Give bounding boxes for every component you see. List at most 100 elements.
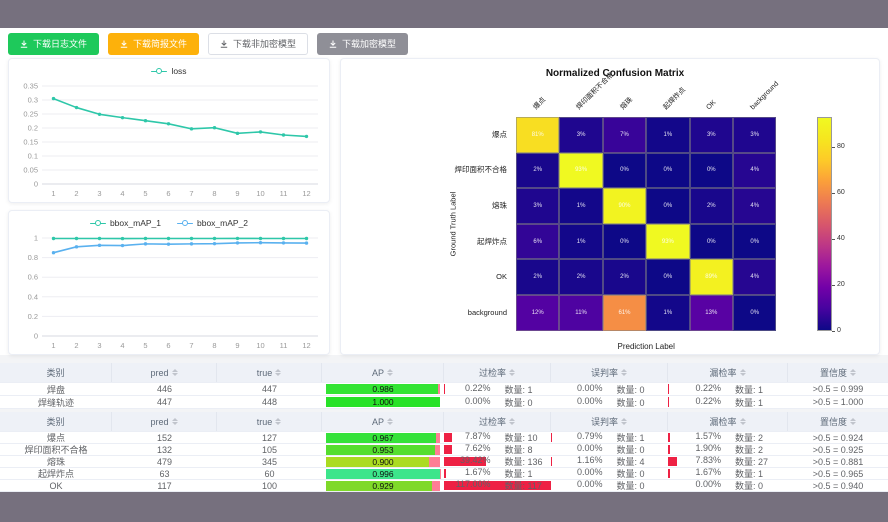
rate-percent: 39.42% [444,456,498,467]
legend-item-bbox_mAP_2[interactable]: bbox_mAP_2 [177,218,248,228]
svg-text:5: 5 [143,189,147,198]
svg-text:0.1: 0.1 [28,152,38,161]
ap-value: 0.996 [326,469,440,479]
rate-count: 数量: 1 [610,432,669,443]
svg-text:4: 4 [120,341,124,350]
svg-text:0.15: 0.15 [23,138,38,147]
heatmap-cell: 2% [516,153,559,189]
heatmap-cell: 1% [646,295,689,331]
sort-icon[interactable] [850,418,856,425]
sort-icon[interactable] [172,369,178,376]
column-label: 爆点 [532,96,548,112]
column-header-label: 漏检率 [709,415,736,428]
confidence-value: >0.5 = 0.924 [813,433,864,443]
sort-icon[interactable] [275,418,281,425]
confidence-cell: >0.5 = 0.965 [788,468,888,479]
confidence-value: >0.5 = 0.940 [813,481,864,491]
heatmap-cell: 4% [733,259,776,295]
sort-icon[interactable] [275,369,281,376]
download-plain-model-button[interactable]: 下载非加密模型 [208,33,308,55]
svg-text:0.25: 0.25 [23,110,38,119]
rate-count: 数量: 1 [498,468,552,479]
column-label: background [749,80,781,112]
column-header-label: 误判率 [591,366,618,379]
class-name-cell: 焊印面积不合格 [0,444,112,455]
line-series-icon [90,219,106,228]
column-header-true[interactable]: true [217,412,322,431]
column-header-ap[interactable]: AP [322,363,444,382]
rate-percent: 1.67% [668,468,728,479]
legend-item-loss[interactable]: loss [151,66,186,76]
sort-icon[interactable] [621,418,627,425]
class-name: 熔珠 [47,456,65,467]
column-header-label: pred [150,417,168,427]
table-header-row: 类别predtrueAP过检率误判率漏检率置信度 [0,412,888,432]
column-header-label: 误判率 [591,415,618,428]
overcheck-cell: 1.67%数量: 1 [444,468,551,479]
column-header-pred[interactable]: pred [112,412,217,431]
column-header-pred[interactable]: pred [112,363,217,382]
column-header-overcheck[interactable]: 过检率 [444,363,551,382]
rate-percent: 7.62% [444,444,498,455]
summary-table-1: 类别predtrueAP过检率误判率漏检率置信度焊盘4464470.9860.2… [0,363,888,409]
heatmap-cell: 1% [559,224,602,260]
pred-value: 447 [157,397,172,407]
sort-icon[interactable] [509,418,515,425]
sort-icon[interactable] [850,369,856,376]
true-value: 447 [262,384,277,394]
loss-legend: loss [9,59,329,80]
svg-text:9: 9 [235,189,239,198]
column-header-miss[interactable]: 漏检率 [668,363,788,382]
svg-text:7: 7 [189,189,193,198]
column-header-ap[interactable]: AP [322,412,444,431]
map-chart: 00.20.40.60.81123456789101112 [12,232,326,352]
overcheck-cell: 39.42%数量: 136 [444,456,551,467]
colorbar [817,117,832,331]
svg-text:12: 12 [302,189,310,198]
column-header-confidence[interactable]: 置信度 [788,363,888,382]
sort-icon[interactable] [740,369,746,376]
heatmap-cell: 1% [559,188,602,224]
confusion-matrix-card: Normalized Confusion Matrix 81%3%7%1%3%3… [340,58,880,355]
heatmap-cell: 11% [559,295,602,331]
column-header-confidence[interactable]: 置信度 [788,412,888,431]
column-header-overcheck[interactable]: 过检率 [444,412,551,431]
ap-bar: 0.929 [326,481,440,491]
rate-percent: 0.79% [551,432,610,443]
svg-text:11: 11 [280,189,288,198]
heatmap-cell: 0% [646,153,689,189]
miss-cell: 1.57%数量: 2 [668,432,788,443]
heatmap-cell: 3% [516,188,559,224]
rate-percent: 7.83% [668,456,728,467]
sort-icon[interactable] [387,418,393,425]
heatmap-cell: 2% [516,259,559,295]
colorbar-tick [832,285,835,286]
download-log-button[interactable]: 下载日志文件 [8,33,99,55]
column-header-miss[interactable]: 漏检率 [668,412,788,431]
confidence-cell: >0.5 = 0.940 [788,480,888,491]
download-button-label: 下载简报文件 [133,40,187,49]
legend-item-bbox_mAP_1[interactable]: bbox_mAP_1 [90,218,161,228]
sort-icon[interactable] [387,369,393,376]
ap-value: 1.000 [326,397,440,407]
column-header-label: 置信度 [820,366,847,379]
sort-icon[interactable] [509,369,515,376]
pred-value: 479 [157,457,172,467]
download-encrypted-model-button[interactable]: 下载加密模型 [317,33,408,55]
download-report-button[interactable]: 下载简报文件 [108,33,199,55]
rate-percent: 0.00% [444,396,498,408]
sort-icon[interactable] [621,369,627,376]
sort-icon[interactable] [172,418,178,425]
rate-percent: 117.00% [444,480,498,491]
svg-text:8: 8 [212,189,216,198]
heatmap-cell: 4% [733,188,776,224]
confidence-value: >0.5 = 0.999 [813,384,864,394]
ap-cell: 0.986 [322,383,444,395]
column-header-true[interactable]: true [217,363,322,382]
sort-icon[interactable] [740,418,746,425]
confidence-value: >0.5 = 1.000 [813,397,864,407]
column-header-misjudge[interactable]: 误判率 [551,363,668,382]
column-header-misjudge[interactable]: 误判率 [551,412,668,431]
true-cell: 447 [217,383,322,395]
class-name-cell: 焊盘 [0,383,112,395]
